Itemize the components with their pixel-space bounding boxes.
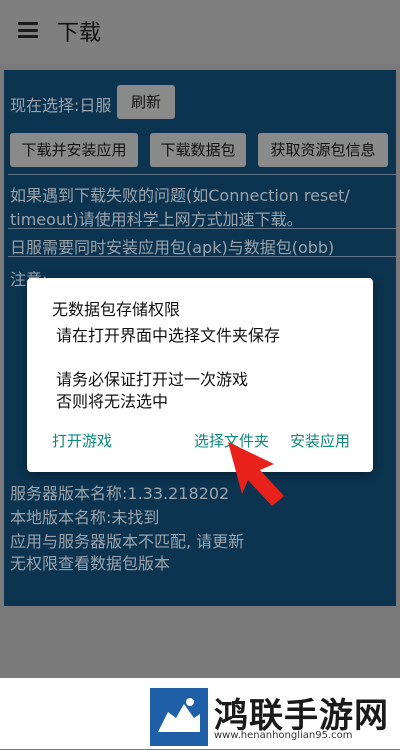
server-version: 服务器版本名称:1.33.218202 [10, 484, 230, 503]
download-data-pack-button[interactable]: 下载数据包 [150, 133, 246, 167]
open-game-button[interactable]: 打开游戏 [52, 430, 112, 451]
local-version: 本地版本名称:未找到 [10, 508, 160, 527]
notice-line-1: 如果遇到下载失败的问题(如Connection reset/ [10, 186, 350, 205]
dialog-line-3: 否则将无法选中 [56, 392, 169, 411]
divider [8, 256, 396, 257]
divider [8, 174, 396, 175]
app-bar: 下载 [0, 0, 400, 64]
version-mismatch: 应用与服务器版本不匹配, 请更新 [10, 532, 245, 551]
japan-server-note: 日服需要同时安装应用包(apk)与数据包(obb) [10, 238, 335, 257]
selection-label: 现在选择:日服 [10, 96, 112, 115]
get-resource-info-button[interactable]: 获取资源包信息 [258, 133, 388, 167]
storage-permission-dialog: 无数据包存储权限 请在打开界面中选择文件夹保存 请务必保证打开过一次游戏 否则将… [27, 278, 373, 472]
menu-icon[interactable] [18, 22, 38, 38]
notice-line-2: timeout)请使用科学上网方式加速下载。 [10, 210, 303, 229]
dialog-line-1: 请在打开界面中选择文件夹保存 [56, 326, 281, 345]
logo-icon [150, 688, 208, 746]
app-title: 下载 [57, 21, 102, 46]
lower-area [4, 606, 396, 678]
refresh-button[interactable]: 刷新 [117, 85, 175, 119]
dialog-title: 无数据包存储权限 [52, 300, 181, 319]
brand-url: www.henanhonglian95.com [214, 730, 353, 741]
no-permission-text: 无权限查看数据包版本 [10, 554, 171, 573]
install-app-button[interactable]: 安装应用 [290, 430, 350, 451]
dialog-line-2: 请务必保证打开过一次游戏 [56, 370, 249, 389]
red-arrow-icon [228, 442, 284, 506]
download-install-app-button[interactable]: 下载并安装应用 [10, 133, 138, 167]
divider [8, 228, 396, 229]
